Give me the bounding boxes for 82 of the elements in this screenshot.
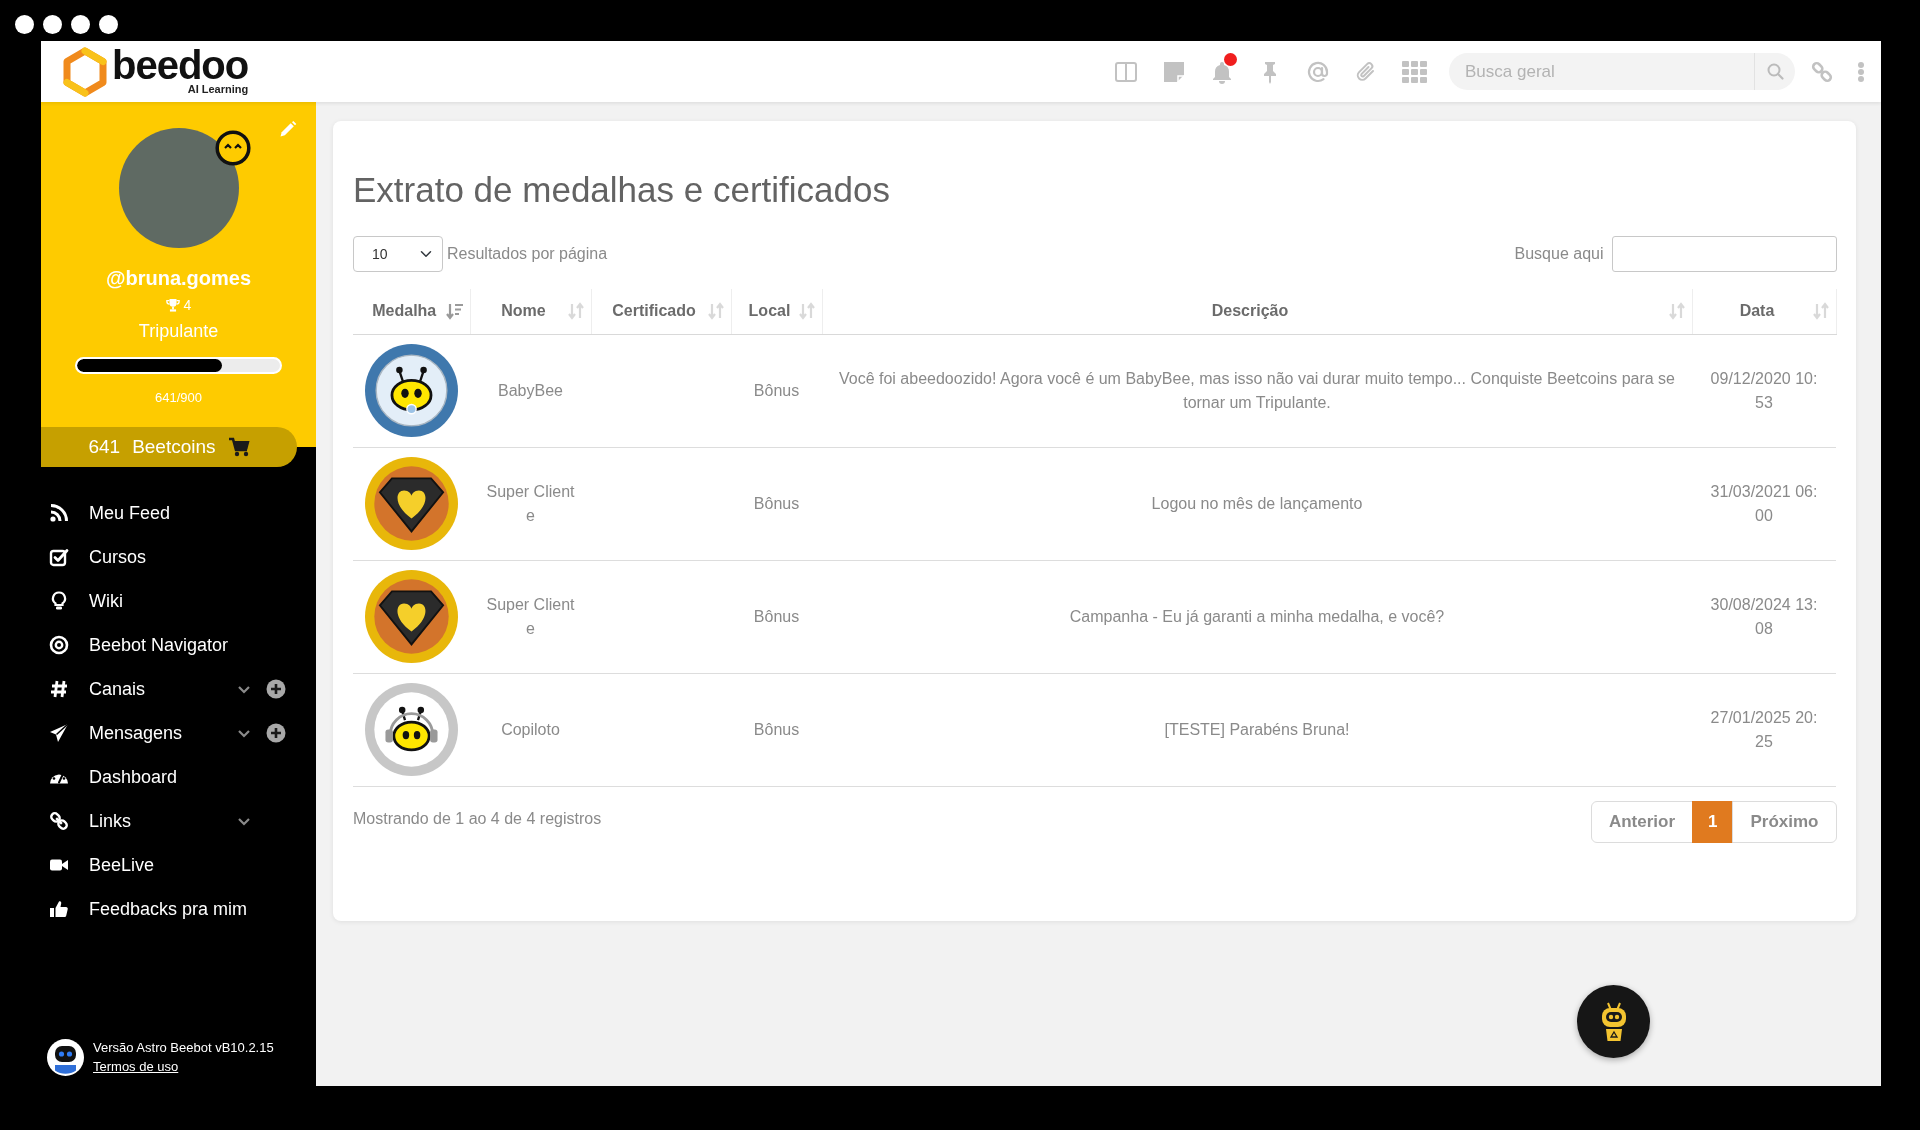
bee-headset-medal-icon <box>365 683 458 776</box>
add-icon[interactable] <box>266 723 286 743</box>
window-control-icon[interactable] <box>15 15 34 34</box>
table-cell: Campanha - Eu já garanti a minha medalha, e você? <box>822 560 1692 673</box>
column-header[interactable]: Local <box>731 289 822 334</box>
window-control-icon[interactable] <box>71 15 90 34</box>
column-header[interactable]: Descrição <box>822 289 1692 334</box>
window-control-icon[interactable] <box>43 15 62 34</box>
rank-label: Tripulante <box>137 320 220 342</box>
table-cell: Super Cliente <box>470 560 591 673</box>
compass-icon <box>49 635 69 655</box>
rss-icon <box>49 503 69 523</box>
column-header[interactable]: Data <box>1692 289 1836 334</box>
table-cell: Bônus <box>731 673 822 786</box>
sidebar-item[interactable]: Beebot Navigator <box>49 627 286 663</box>
hexagon-logo-icon[interactable] <box>62 46 108 97</box>
lightbulb-icon <box>49 591 69 611</box>
table-search-field[interactable] <box>1611 236 1837 272</box>
paper-plane-icon <box>49 723 69 743</box>
table-cell: Você foi abeedoozido! Agora você é um BabyBee, mas isso não vai durar muito tempo... Conquiste Beetcoins para se tornar um Tripulante. <box>822 334 1692 447</box>
table-cell: Logou no mês de lançamento <box>822 447 1692 560</box>
page-size-select[interactable]: 10 <box>353 236 443 272</box>
logo-text: beedoo <box>112 48 249 82</box>
search-field[interactable]: Busca geral <box>1449 53 1754 90</box>
table-cell: 27/01/2025 20:25 <box>1692 673 1836 786</box>
search-label: Busque aqui <box>1514 244 1604 264</box>
sidebar-item[interactable]: Feedbacks pra mim <box>49 891 286 927</box>
table-cell: 30/08/2024 13:08 <box>1692 560 1836 673</box>
username: @bruna.gomes <box>104 266 253 290</box>
table-cell: Bônus <box>731 560 822 673</box>
search-button[interactable] <box>1754 53 1795 90</box>
add-icon[interactable] <box>266 679 286 699</box>
column-header[interactable]: Medalha <box>353 289 470 334</box>
results-summary: Mostrando de 1 ao 4 de 4 registros <box>353 808 602 829</box>
search-icon[interactable] <box>1766 63 1784 80</box>
pencil-icon[interactable] <box>279 120 297 138</box>
heart-shield-medal-icon <box>365 457 458 550</box>
table-cell: Copiloto <box>470 673 591 786</box>
window-control-icon[interactable] <box>99 15 118 34</box>
columns-layout-icon[interactable] <box>1114 59 1138 84</box>
sidebar-item[interactable]: Canais <box>49 671 237 707</box>
beetcoins-amount: 641 <box>88 434 121 459</box>
sidebar-item[interactable]: BeeLive <box>49 847 286 883</box>
column-header[interactable]: Nome <box>470 289 591 334</box>
table-cell: Bônus <box>731 447 822 560</box>
app-grid-icon[interactable] <box>1402 60 1427 83</box>
version-text: Versão Astro Beebot vB10.2.15 <box>93 1039 274 1057</box>
trophy-count: 4 <box>183 296 192 314</box>
sidebar-item[interactable]: Cursos <box>49 539 286 575</box>
robot-avatar-icon <box>47 1038 84 1076</box>
checkbox-icon <box>49 547 69 567</box>
terms-link[interactable]: Termos de uso <box>93 1057 274 1076</box>
table-cell: 31/03/2021 06:00 <box>1692 447 1836 560</box>
page-size-label: Resultados por página <box>447 244 608 264</box>
sidebar-item[interactable]: Mensagens <box>49 715 237 751</box>
sidebar-item[interactable]: Links <box>49 803 237 839</box>
cart-icon[interactable] <box>227 437 250 457</box>
link-icon[interactable] <box>1810 59 1834 84</box>
link-icon <box>49 811 69 831</box>
sidebar-item[interactable]: Wiki <box>49 583 286 619</box>
sidebar-item[interactable]: Meu Feed <box>49 495 286 531</box>
heart-shield-medal-icon <box>365 570 458 663</box>
trophy-icon <box>165 298 180 312</box>
bell-icon[interactable] <box>1210 59 1234 84</box>
at-sign-icon[interactable] <box>1306 59 1330 84</box>
table-cell: 09/12/2020 10:53 <box>1692 334 1836 447</box>
logo-tagline: AI Learning <box>187 83 249 95</box>
sidebar-item[interactable]: Dashboard <box>49 759 286 795</box>
table-cell: Bônus <box>731 334 822 447</box>
thumbs-up-icon <box>49 899 69 919</box>
table-cell: BabyBee <box>470 334 591 447</box>
table-cell: Super Cliente <box>470 447 591 560</box>
page-title: Extrato de medalhas e certificados <box>353 169 891 211</box>
column-header[interactable]: Certificado <box>591 289 731 334</box>
smiley-status-icon <box>214 130 251 166</box>
more-options-icon[interactable] <box>1857 60 1865 83</box>
hashtag-icon <box>49 679 69 699</box>
beetcoins-label: Beetcoins <box>132 434 216 459</box>
bee-medal-icon <box>365 344 458 437</box>
table-cell: [TESTE] Parabéns Bruna! <box>822 673 1692 786</box>
progress-reading: 641/900 <box>154 390 203 406</box>
sticky-note-icon[interactable] <box>1162 59 1186 84</box>
